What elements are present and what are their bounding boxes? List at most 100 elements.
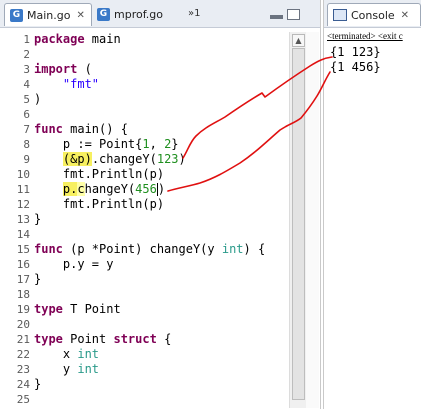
code-token: Point xyxy=(62,332,114,346)
line-number: 13 xyxy=(16,213,30,226)
close-icon[interactable]: ✕ xyxy=(401,10,409,21)
go-file-icon: G xyxy=(10,8,23,22)
editor-tab-strip: G Main.go ✕ G mprof.go »1 xyxy=(0,0,320,28)
code-token: .changeY( xyxy=(91,152,157,166)
keyword: type xyxy=(34,302,63,316)
tab-console[interactable]: Console ✕ xyxy=(327,3,421,26)
code-token: x xyxy=(34,347,78,361)
code-line: p := Point{1, 2} xyxy=(34,137,284,152)
scroll-up-arrow-icon[interactable]: ▲ xyxy=(292,34,305,47)
code-line: fmt.Println(p) xyxy=(34,167,165,181)
keyword: package xyxy=(34,32,85,46)
line-number: 24 xyxy=(16,378,30,391)
line-number: 17 xyxy=(16,273,30,286)
tab-main-go[interactable]: G Main.go ✕ xyxy=(4,3,92,26)
code-line: func main() { xyxy=(34,122,284,137)
line-number: 4 xyxy=(23,78,30,91)
line-number: 7 xyxy=(23,123,30,136)
line-number: 1 xyxy=(23,33,30,46)
code-token: (p *Point) changeY(y xyxy=(62,242,222,256)
maximize-button[interactable] xyxy=(287,9,300,20)
line-number: 19 xyxy=(16,303,30,316)
line-number: 16 xyxy=(16,258,30,271)
code-line: p.changeY(456) xyxy=(34,182,284,197)
code-line: p.y = y xyxy=(34,257,114,271)
type-name: int xyxy=(77,362,100,376)
code-text[interactable]: package main import ( "fmt" ) func main(… xyxy=(34,32,284,407)
line-number: 10 xyxy=(16,168,30,181)
code-editor[interactable]: G Main.go ✕ G mprof.go »1 1 2 3 4 5 6 7 … xyxy=(0,0,321,409)
highlighted-expression: (&p) xyxy=(62,152,92,166)
code-line: import ( xyxy=(34,62,284,77)
code-token: { xyxy=(156,332,172,346)
vertical-scrollbar[interactable]: ▲ xyxy=(289,32,306,408)
code-token: ( xyxy=(77,62,92,76)
go-file-icon: G xyxy=(97,7,110,21)
line-number: 2 xyxy=(23,48,30,61)
type-name: int xyxy=(221,242,244,256)
line-number-gutter: 1 2 3 4 5 6 7 8 9 10 11 12 13 14 15 16 1… xyxy=(0,32,30,407)
console-output[interactable]: {1 123} {1 456} xyxy=(330,45,381,75)
code-line: ) xyxy=(34,92,42,106)
code-line: } xyxy=(34,272,42,286)
code-token: ) xyxy=(157,182,166,196)
tab-label: Main.go xyxy=(27,8,71,22)
overview-ruler[interactable] xyxy=(306,32,319,408)
code-token: ) { xyxy=(243,242,266,256)
line-number: 21 xyxy=(16,333,30,346)
code-token: main xyxy=(84,32,121,46)
code-token: main() { xyxy=(62,122,128,136)
code-line: y int xyxy=(34,362,284,377)
highlighted-expression: c xyxy=(77,182,85,196)
code-line: fmt.Println(p) xyxy=(34,197,165,211)
code-line: } xyxy=(34,212,42,226)
line-number: 9 xyxy=(23,153,30,166)
close-icon[interactable]: ✕ xyxy=(76,10,84,21)
code-line: } xyxy=(34,377,42,391)
type-name: int xyxy=(77,347,100,361)
console-icon xyxy=(333,9,347,21)
number-literal: 1 xyxy=(142,137,150,151)
code-token: } xyxy=(171,137,179,151)
keyword: func xyxy=(34,242,63,256)
code-token: ) xyxy=(178,152,186,166)
keyword: import xyxy=(34,62,78,76)
code-token: y xyxy=(34,362,78,376)
tab-mprof-go[interactable]: G mprof.go xyxy=(92,3,176,25)
code-line: "fmt" xyxy=(34,77,284,92)
string-literal: "fmt" xyxy=(62,77,100,91)
keyword: struct xyxy=(113,332,157,346)
minimize-button[interactable] xyxy=(270,15,283,19)
line-number: 18 xyxy=(16,288,30,301)
console-view: Console ✕ <terminated> <exit c {1 123} {… xyxy=(323,0,421,409)
tab-label: Console xyxy=(351,8,395,22)
console-output-line: {1 456} xyxy=(330,60,381,74)
keyword: func xyxy=(34,122,63,136)
line-number: 14 xyxy=(16,228,30,241)
line-number: 5 xyxy=(23,93,30,106)
tab-label: mprof.go xyxy=(114,7,163,21)
code-token: hangeY( xyxy=(84,182,136,196)
console-status: <terminated> <exit c xyxy=(327,31,403,41)
console-output-line: {1 123} xyxy=(330,45,381,59)
view-controls xyxy=(270,9,300,20)
line-number: 11 xyxy=(16,183,30,196)
code-line: func (p *Point) changeY(y int) { xyxy=(34,242,284,257)
code-line: x int xyxy=(34,347,284,362)
tab-overflow-button[interactable]: »1 xyxy=(188,8,200,19)
scrollbar-thumb[interactable] xyxy=(292,48,305,400)
line-number: 15 xyxy=(16,243,30,256)
code-line: type Point struct { xyxy=(34,332,284,347)
number-literal: 456 xyxy=(135,182,157,196)
line-number: 20 xyxy=(16,318,30,331)
code-token: , xyxy=(149,137,165,151)
highlighted-expression: p. xyxy=(62,182,78,196)
